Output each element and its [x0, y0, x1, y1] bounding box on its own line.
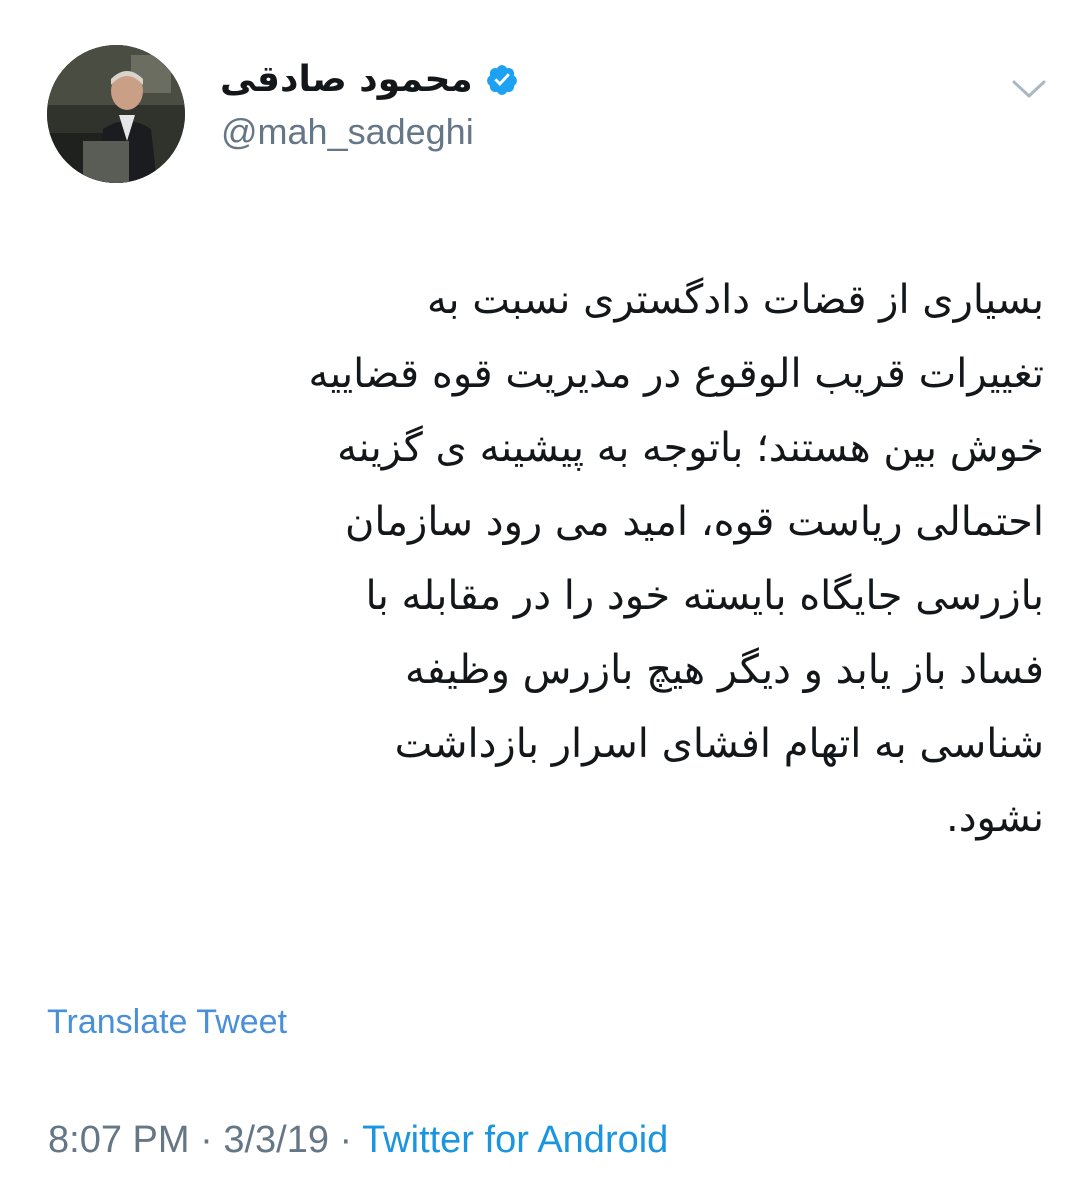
translate-tweet-link[interactable]: Translate Tweet	[47, 1000, 287, 1044]
tweet-date[interactable]: 3/3/19	[223, 1119, 329, 1161]
tweet-line: فساد باز یابد و دیگر هیچ بازرس وظیفه	[405, 647, 1044, 693]
tweet-meta: 8:07 PM · 3/3/19 · Twitter for Android	[48, 1116, 668, 1164]
tweet-line: تغییرات قریب الوقوع در مدیریت قوه قضاییه	[308, 351, 1044, 397]
tweet-line: شناسی به اتهام افشای اسرار بازداشت	[394, 721, 1044, 767]
tweet-text: بسیاری از قضات دادگستری نسبت به تغییرات …	[46, 263, 1044, 855]
chevron-down-icon[interactable]	[1010, 76, 1048, 102]
meta-separator: ·	[189, 1119, 224, 1161]
tweet-line: خوش بین هستند؛ باتوجه به پیشینه ی گزینه	[337, 425, 1044, 471]
meta-separator: ·	[328, 1119, 363, 1161]
verified-badge-icon	[485, 63, 519, 97]
author-display-name[interactable]: محمود صادقی	[220, 56, 473, 104]
tweet-line: بسیاری از قضات دادگستری نسبت به	[426, 277, 1044, 323]
avatar[interactable]	[47, 45, 185, 183]
tweet-line: نشود.	[945, 795, 1044, 841]
tweet-source-link[interactable]: Twitter for Android	[362, 1119, 668, 1161]
tweet-line: بازرسی جایگاه بایسته خود را در مقابله با	[365, 573, 1045, 619]
tweet-time[interactable]: 8:07 PM	[48, 1119, 190, 1161]
tweet-line: احتمالی ریاست قوه، امید می رود سازمان	[345, 499, 1044, 545]
author-handle[interactable]: @mah_sadeghi	[221, 110, 474, 154]
author-name-row: محمود صادقی	[220, 56, 519, 104]
